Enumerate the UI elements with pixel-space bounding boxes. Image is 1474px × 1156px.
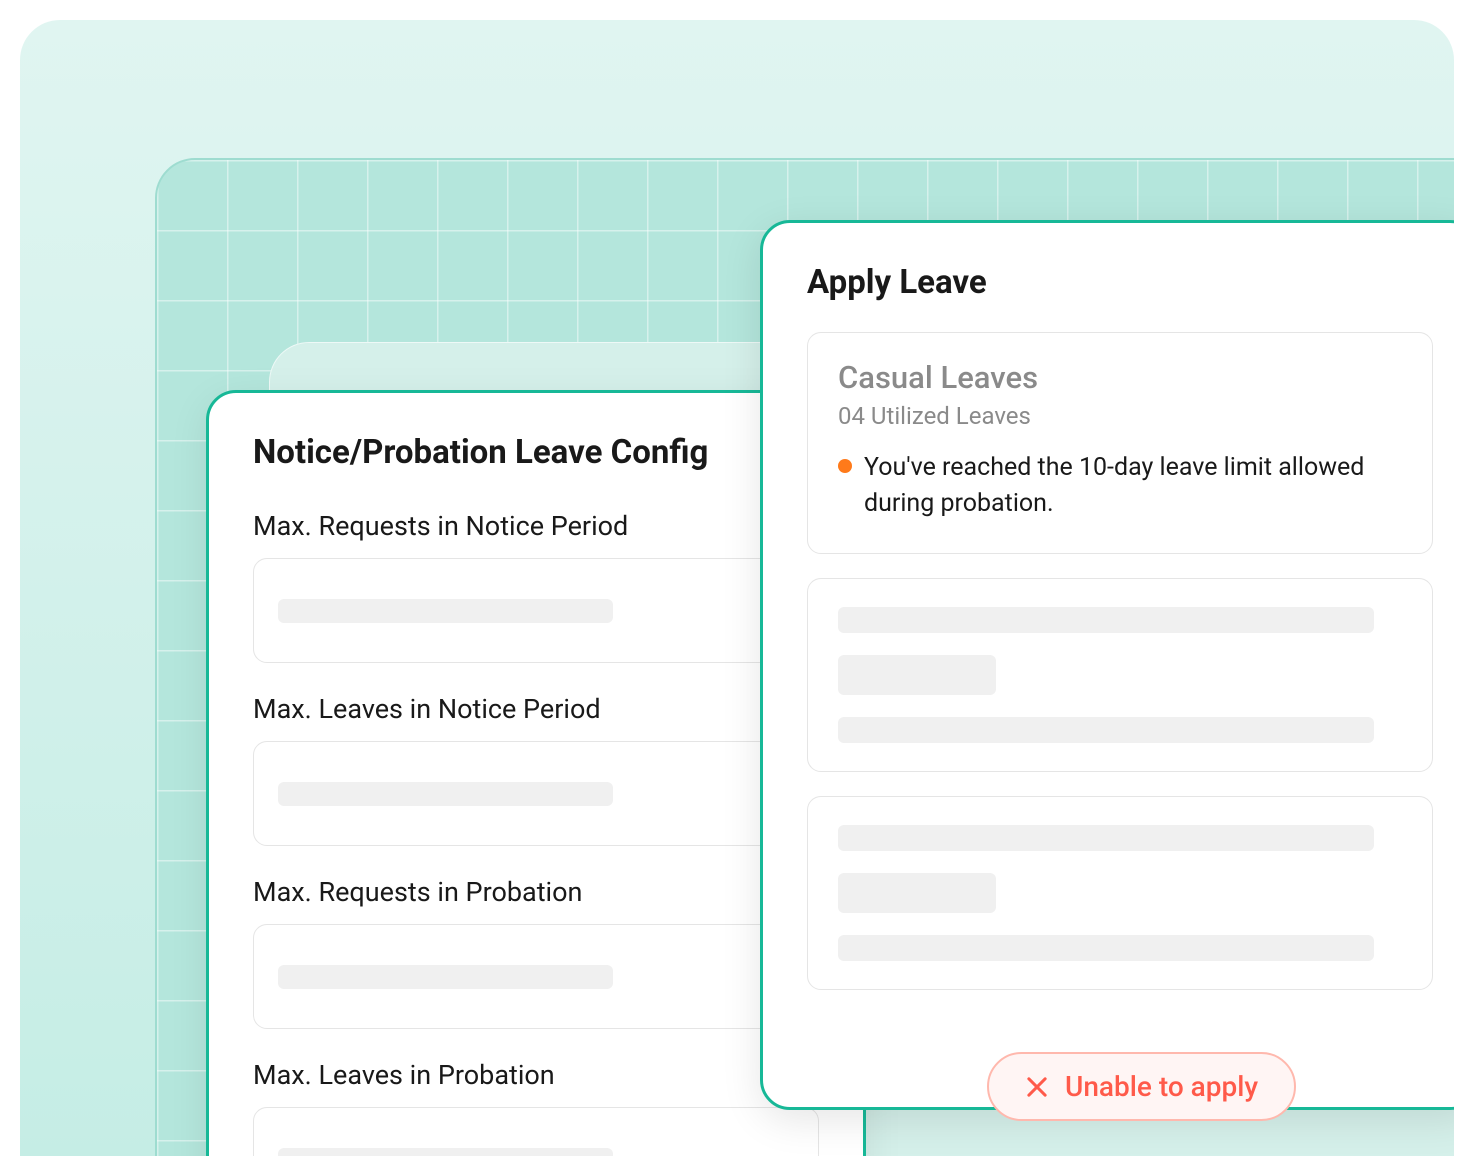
skeleton-placeholder (838, 825, 1374, 851)
skeleton-placeholder (278, 1148, 613, 1156)
config-field-label: Max. Leaves in Probation (253, 1059, 819, 1091)
leave-type-label: Casual Leaves (838, 359, 1402, 396)
config-field-group: Max. Leaves in Probation (253, 1059, 819, 1156)
config-field-input[interactable] (253, 924, 819, 1029)
config-field-input[interactable] (253, 558, 819, 663)
form-section-placeholder (807, 796, 1433, 990)
leave-info-box: Casual Leaves 04 Utilized Leaves You've … (807, 332, 1433, 554)
leave-warning-text: You've reached the 10-day leave limit al… (864, 450, 1402, 523)
config-field-input[interactable] (253, 741, 819, 846)
skeleton-placeholder (838, 873, 996, 913)
x-icon (1025, 1075, 1049, 1099)
form-section-placeholder (807, 578, 1433, 772)
skeleton-placeholder (838, 717, 1374, 743)
config-field-input[interactable] (253, 1107, 819, 1156)
skeleton-placeholder (278, 599, 613, 623)
background-container: Notice/Probation Leave Config Max. Reque… (20, 20, 1454, 1156)
unable-badge-label: Unable to apply (1065, 1070, 1258, 1103)
config-field-group: Max. Requests in Probation (253, 876, 819, 1029)
warning-dot-icon (838, 459, 852, 473)
skeleton-placeholder (278, 965, 613, 989)
apply-leave-card: Apply Leave Casual Leaves 04 Utilized Le… (760, 220, 1454, 1110)
leave-utilized-label: 04 Utilized Leaves (838, 402, 1402, 430)
apply-card-title: Apply Leave (807, 263, 1433, 302)
config-field-label: Max. Requests in Notice Period (253, 510, 819, 542)
skeleton-placeholder (838, 935, 1374, 961)
skeleton-placeholder (838, 607, 1374, 633)
config-field-label: Max. Requests in Probation (253, 876, 819, 908)
config-field-group: Max. Requests in Notice Period (253, 510, 819, 663)
leave-warning-row: You've reached the 10-day leave limit al… (838, 450, 1402, 523)
skeleton-placeholder (278, 782, 613, 806)
config-card-title: Notice/Probation Leave Config (253, 433, 819, 472)
unable-to-apply-badge: Unable to apply (987, 1052, 1296, 1121)
skeleton-placeholder (838, 655, 996, 695)
config-field-label: Max. Leaves in Notice Period (253, 693, 819, 725)
config-field-group: Max. Leaves in Notice Period (253, 693, 819, 846)
